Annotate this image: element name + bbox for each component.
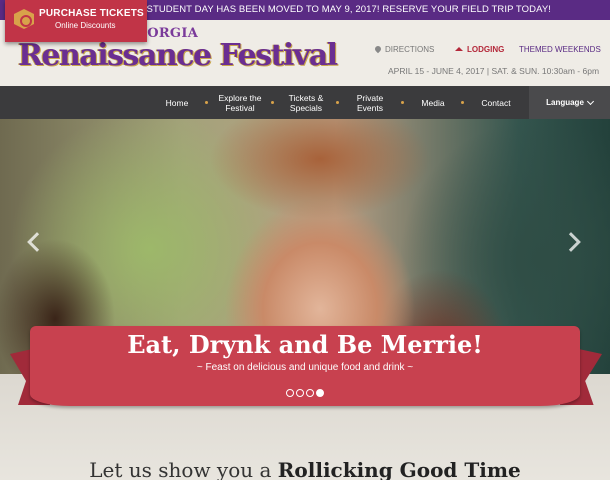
nav-separator [205,101,208,104]
tagline-text: Let us show you a [89,458,278,480]
tagline-bold: Rollicking Good Time [277,458,521,480]
main-nav: Home Explore the Festival Tickets & Spec… [0,86,610,119]
slide-dot[interactable] [286,389,294,397]
slide-dot-active[interactable] [316,389,324,397]
home-icon [455,47,463,51]
directions-label: DIRECTIONS [385,44,435,54]
nav-media[interactable]: Media [413,86,453,119]
hero-title: Eat, Drynk and Be Merrie! [127,330,483,359]
chevron-left-icon[interactable] [27,232,47,252]
online-discounts-label: Online Discounts [55,21,116,30]
nav-contact[interactable]: Contact [474,86,518,119]
logo-title: Renaissance Festival [18,38,338,73]
nav-separator [461,101,464,104]
ticket-badge-icon [14,9,34,29]
nav-explore[interactable]: Explore the Festival [213,86,267,119]
language-label: Language [546,98,584,107]
purchase-tickets-label: PURCHASE TICKETS [39,8,144,19]
nav-separator [336,101,339,104]
slide-dot[interactable] [296,389,304,397]
lodging-link[interactable]: LODGING [455,42,504,56]
themed-weekends-link[interactable]: THEMED WEEKENDS [519,42,601,56]
slide-dot[interactable] [306,389,314,397]
nav-private-events[interactable]: Private Events [347,86,393,119]
directions-link[interactable]: DIRECTIONS [373,42,435,56]
nav-home[interactable]: Home [158,86,196,119]
chevron-right-icon[interactable] [561,232,581,252]
themed-weekends-label: THEMED WEEKENDS [519,44,601,54]
lodging-label: LODGING [467,44,505,54]
nav-tickets[interactable]: Tickets & Specials [279,86,333,119]
nav-separator [401,101,404,104]
map-pin-icon [373,44,383,54]
purchase-tickets-button[interactable]: PURCHASE TICKETS Online Discounts [5,0,147,42]
nav-separator [271,101,274,104]
language-selector[interactable]: Language [529,86,610,119]
festival-dates: APRIL 15 - JUNE 4, 2017 | SAT. & SUN. 10… [388,66,600,76]
slide-pager [286,389,324,397]
chevron-down-icon [586,97,594,105]
hero-subtitle: ~ Feast on delicious and unique food and… [196,362,414,373]
section-tagline: Let us show you a Rollicking Good Time [0,458,610,480]
